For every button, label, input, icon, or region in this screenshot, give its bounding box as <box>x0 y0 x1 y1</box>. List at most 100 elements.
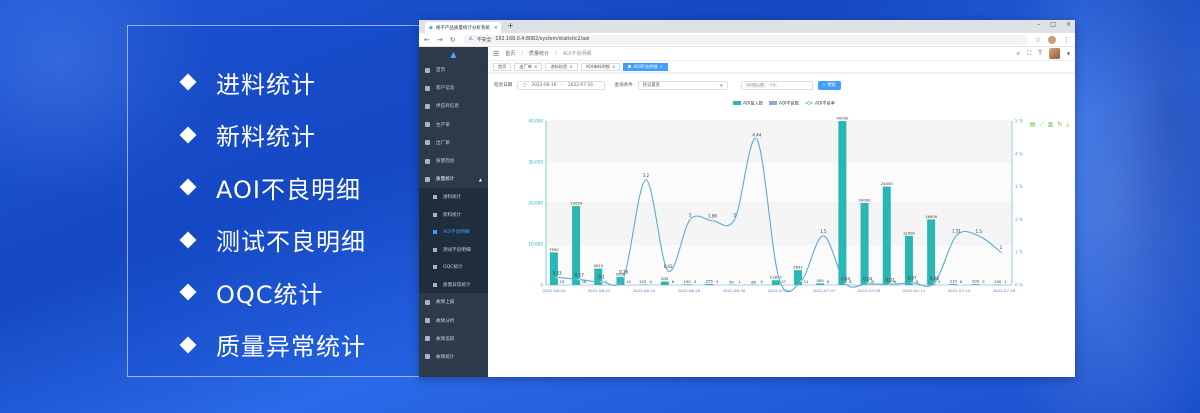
y-left-tick-label: 10,000 <box>528 242 543 247</box>
feature-item: AOI不良明细 <box>179 161 366 214</box>
bar-aoi-input <box>949 284 958 285</box>
sidebar-item[interactable]: 故障分析 <box>419 312 488 330</box>
minimize-icon[interactable]: – <box>1037 21 1040 28</box>
sidebar-subitem[interactable]: 新料统计 <box>419 205 488 224</box>
diamond-bullet-icon <box>179 126 197 144</box>
bar-aoi-input <box>816 283 825 285</box>
rate-value-label: 0.07 <box>908 276 917 281</box>
defect-count-label: 23 <box>560 280 565 284</box>
maximize-icon[interactable]: □ <box>1050 21 1056 28</box>
rate-value-label: 0.23 <box>553 270 562 275</box>
bar-value-label: 40000 <box>836 116 849 121</box>
sidebar-item-label: 故障统计 <box>436 354 455 360</box>
bar-value-label: 100 <box>994 279 1002 284</box>
rate-point <box>844 282 847 285</box>
rate-value-label: 0.17 <box>575 272 584 277</box>
rate-point <box>910 281 914 284</box>
rate-point <box>755 138 759 141</box>
sidebar-item[interactable]: 供应商信息 <box>419 97 488 115</box>
bar-value-label: 210 <box>950 279 958 284</box>
sidebar-item[interactable]: 出厂单 <box>419 134 488 152</box>
sidebar-item-label: 进料统计 <box>443 195 462 201</box>
sidebar-item[interactable]: 故障统计 <box>419 348 488 366</box>
rate-point <box>666 269 670 273</box>
x-tick-label: 2022-07-07 <box>813 288 836 293</box>
x-tick-label: 2022-07-14 <box>948 288 971 293</box>
sidebar-item-label: 首页 <box>436 68 446 74</box>
rate-value-label: 0.26 <box>619 269 628 274</box>
more-menu-icon[interactable]: ⋮ <box>1063 36 1070 44</box>
rate-point <box>799 279 803 283</box>
window-controls: – □ × <box>1037 21 1071 28</box>
rate-point <box>999 250 1003 254</box>
bar-value-label: 7950 <box>549 247 559 252</box>
rate-point <box>644 178 648 182</box>
sidebar-item[interactable]: 故障上报 <box>419 293 488 311</box>
profile-avatar[interactable] <box>1048 35 1056 44</box>
sidebar-subitem[interactable]: 测试不良明细 <box>419 240 488 259</box>
sidebar-subitem[interactable]: AOI不良明细 <box>419 223 488 241</box>
menu-icon <box>425 140 430 146</box>
sidebar-item-label: 生产单 <box>436 122 450 128</box>
new-tab-button[interactable]: + <box>507 21 514 30</box>
menu-icon <box>433 282 437 287</box>
rate-point <box>955 234 958 237</box>
menu-icon <box>425 103 430 109</box>
tab-close-icon[interactable]: × <box>494 25 498 31</box>
feature-list: 进料统计 新料统计 AOI不良明细 测试不良明细 OQC统计 质量异常统计 <box>179 56 366 371</box>
defect-count-label: 1 <box>1005 280 1007 284</box>
sidebar-item-label: 新料统计 <box>443 212 462 218</box>
menu-icon <box>425 67 430 73</box>
page-favicon-icon: ◆ <box>429 24 433 31</box>
browser-tab-title: 格子产品质量统计分析系统 <box>435 25 490 31</box>
sidebar-item-label: 测试不良明细 <box>443 247 471 253</box>
reload-icon[interactable]: ↻ <box>450 36 456 44</box>
bar-value-label: 3631 <box>793 265 803 270</box>
bar-aoi-input <box>549 252 558 285</box>
bar-value-label: 60 <box>751 279 756 284</box>
bar-value-label: 255 <box>706 278 714 283</box>
back-arrow-icon[interactable]: ← <box>424 36 430 44</box>
defect-count-label: 5 <box>982 280 984 284</box>
feature-item: 新料统计 <box>179 109 366 162</box>
browser-toolbar-right: ☆ ⋮ <box>1035 35 1070 44</box>
bar-value-label: 150 <box>683 279 691 284</box>
y-right-tick-label: 5 % <box>1015 119 1023 124</box>
url-input[interactable]: ⚠ 不安全 192.168.0.4:8082/system/statistic2… <box>462 34 1028 45</box>
sidebar-item[interactable]: 故障追踪 <box>419 330 488 348</box>
menu-icon <box>425 299 430 305</box>
legend-label: AOI不良率 <box>815 100 835 107</box>
logo-icon: ▲ <box>450 49 457 59</box>
sidebar: ▲ 首页客户信息 供应商信息生产单出厂单 质量检验 质量统计 ▲ 进料统计新料统计 AOI不… <box>419 47 488 377</box>
close-window-icon[interactable]: × <box>1066 21 1071 28</box>
sidebar-item[interactable]: 客户信息 <box>419 79 488 97</box>
sidebar-item[interactable]: 生产单 <box>419 116 488 134</box>
diamond-bullet-icon <box>179 231 197 249</box>
defect-count-label: 1 <box>738 280 740 284</box>
browser-tab[interactable]: ◆ 格子产品质量统计分析系统 × <box>425 22 501 33</box>
url-text: 192.168.0.4:8082/system/statistic2/aoi <box>495 37 590 42</box>
star-icon[interactable]: ☆ <box>1035 36 1041 44</box>
menu-icon <box>433 212 437 217</box>
sidebar-item[interactable]: 质量统计 ▲ <box>419 170 488 188</box>
sidebar-item[interactable]: 首页 <box>419 61 488 79</box>
bar-aoi-input <box>660 281 669 285</box>
sidebar-subitem[interactable]: 质量异常统计 <box>419 275 488 294</box>
app-container: ▲ 首页客户信息 供应商信息生产单出厂单 质量检验 质量统计 ▲ 进料统计新料统计 AOI不… <box>419 47 1075 377</box>
sidebar-item[interactable]: 质量检验 <box>419 152 488 170</box>
bar-value-label: 24000 <box>881 181 894 186</box>
x-tick-label: 2022-06-24 <box>633 288 656 293</box>
sidebar-subitem[interactable]: OQC统计 <box>419 258 488 276</box>
defect-count-label: 14 <box>626 280 631 284</box>
forward-arrow-icon[interactable]: → <box>437 36 443 44</box>
rate-value-label: 1.51 <box>952 228 961 233</box>
feature-panel: 进料统计 新料统计 AOI不良明细 测试不良明细 OQC统计 质量异常统计 <box>127 25 427 377</box>
menu-icon <box>425 85 430 91</box>
sidebar-subitem[interactable]: 进料统计 <box>419 188 488 206</box>
rate-value-label: 1.5 <box>820 229 827 234</box>
menu-icon <box>425 158 430 164</box>
rate-point <box>822 234 825 238</box>
rate-point <box>688 218 692 221</box>
grid-band <box>546 162 1012 203</box>
not-secure-label: 不安全 <box>476 38 492 43</box>
